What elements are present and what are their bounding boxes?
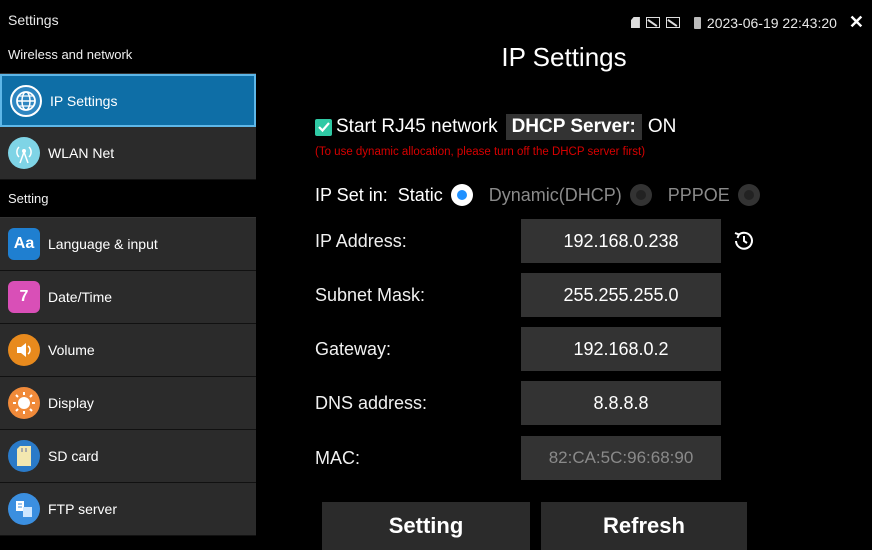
mac-label: MAC: xyxy=(315,447,360,468)
wifi-antenna-icon xyxy=(8,137,40,169)
globe-icon xyxy=(10,84,42,117)
sidebar-item-display[interactable]: Display xyxy=(0,377,256,430)
app-title: Settings xyxy=(8,12,59,28)
sidebar-item-label: IP Settings xyxy=(50,92,118,109)
ip-address-row: IP Address: 192.168.0.238 xyxy=(315,219,835,263)
sidebar-item-label: SD card xyxy=(48,448,99,464)
setting-button[interactable]: Setting xyxy=(322,502,530,550)
datetime: 2023-06-19 22:43:20 xyxy=(706,14,837,31)
sidebar-item-label: Volume xyxy=(48,342,95,358)
main-panel: IP Settings Start RJ45 network DHCP Serv… xyxy=(256,36,872,550)
ip-mode-static-label[interactable]: Static xyxy=(398,185,443,206)
ip-address-field[interactable]: 192.168.0.238 xyxy=(521,219,721,263)
sidebar-item-wlan-net[interactable]: WLAN Net xyxy=(0,127,256,180)
battery-icon xyxy=(693,16,701,29)
sidebar-item-sd-card[interactable]: SD card xyxy=(0,430,256,483)
ip-mode-pppoe-label[interactable]: PPPOE xyxy=(668,185,730,206)
dhcp-warning: (To use dynamic allocation, please turn … xyxy=(315,146,646,158)
sidebar-item-date-time[interactable]: 7 Date/Time xyxy=(0,271,256,324)
dhcp-server-state[interactable]: ON xyxy=(648,116,677,138)
ip-mode-static-radio[interactable] xyxy=(450,184,473,206)
calendar-icon: 7 xyxy=(8,281,40,313)
sd-status-icon xyxy=(630,17,640,28)
brightness-icon xyxy=(8,387,40,419)
subnet-mask-row: Subnet Mask: 255.255.255.0 xyxy=(315,273,835,317)
ip-mode-pppoe-radio[interactable] xyxy=(737,184,760,206)
page-title: IP Settings xyxy=(501,42,627,72)
history-icon[interactable] xyxy=(731,228,757,254)
sidebar: Wireless and network IP Settings WLAN Ne… xyxy=(0,36,256,536)
sidebar-item-label: Language & input xyxy=(48,236,158,252)
ip-mode-row: IP Set in: Static Dynamic(DHCP) PPPOE xyxy=(315,184,760,206)
gateway-row: Gateway: 192.168.0.2 xyxy=(315,327,835,371)
mac-row: MAC: 82:CA:5C:96:68:90 xyxy=(315,436,835,480)
section-wireless-network: Wireless and network xyxy=(0,36,256,74)
ftp-icon xyxy=(8,493,40,525)
subnet-mask-field[interactable]: 255.255.255.0 xyxy=(521,273,721,317)
ip-set-label: IP Set in: xyxy=(315,184,388,205)
rj45-row: Start RJ45 network DHCP Server: ON xyxy=(315,114,676,140)
sidebar-item-label: Date/Time xyxy=(48,289,113,305)
sd-card-icon xyxy=(8,440,40,472)
sidebar-item-label: Display xyxy=(48,395,94,411)
sidebar-item-ftp-server[interactable]: FTP server xyxy=(0,483,256,536)
sidebar-item-language-input[interactable]: Aa Language & input xyxy=(0,218,256,271)
start-rj45-label[interactable]: Start RJ45 network xyxy=(336,116,498,138)
start-rj45-checkbox[interactable] xyxy=(315,118,332,136)
ip-address-label: IP Address: xyxy=(315,230,407,251)
section-setting: Setting xyxy=(0,180,256,218)
sidebar-item-ip-settings[interactable]: IP Settings xyxy=(0,74,256,127)
gateway-field[interactable]: 192.168.0.2 xyxy=(521,327,721,371)
volume-icon xyxy=(8,334,40,366)
dhcp-server-label[interactable]: DHCP Server: xyxy=(505,114,642,140)
ip-mode-dhcp-label[interactable]: Dynamic(DHCP) xyxy=(489,185,622,206)
sidebar-item-volume[interactable]: Volume xyxy=(0,324,256,377)
ip-mode-dhcp-radio[interactable] xyxy=(629,184,652,206)
sidebar-item-label: WLAN Net xyxy=(48,145,115,161)
status-right: 2023-06-19 22:43:20 ✕ xyxy=(630,12,864,33)
network-off-icon xyxy=(645,17,660,28)
close-icon[interactable]: ✕ xyxy=(849,12,864,33)
subnet-mask-label: Subnet Mask: xyxy=(315,284,426,305)
mac-field: 82:CA:5C:96:68:90 xyxy=(521,436,721,480)
dns-row: DNS address: 8.8.8.8 xyxy=(315,381,835,425)
language-icon: Aa xyxy=(8,228,40,260)
network-off-icon-2 xyxy=(665,17,680,28)
sidebar-item-label: FTP server xyxy=(48,501,117,517)
refresh-button[interactable]: Refresh xyxy=(541,502,747,550)
check-icon xyxy=(317,122,330,133)
dns-field[interactable]: 8.8.8.8 xyxy=(521,381,721,425)
gateway-label: Gateway: xyxy=(315,338,392,359)
dns-label: DNS address: xyxy=(315,392,428,413)
status-bar: Settings 2023-06-19 22:43:20 ✕ xyxy=(0,0,872,36)
